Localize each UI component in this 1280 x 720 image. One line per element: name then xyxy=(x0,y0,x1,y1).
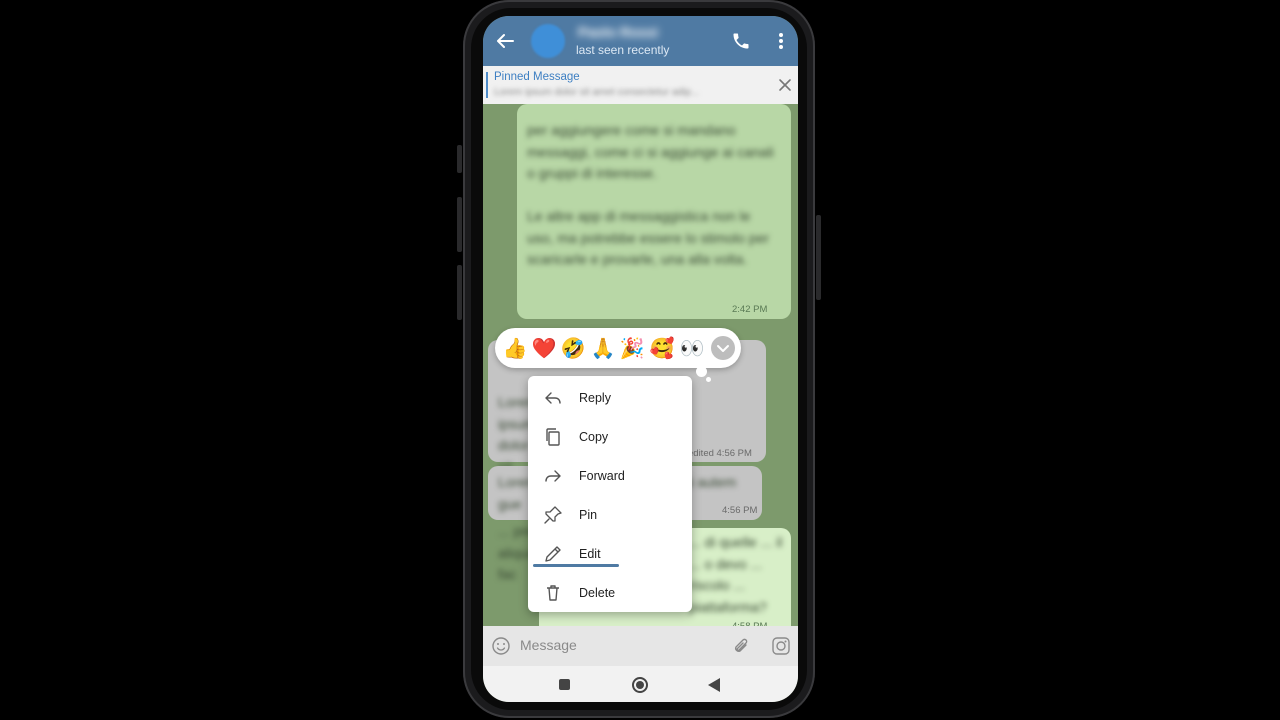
message-bubble-outgoing[interactable]: per aggiungere come si mandano messaggi,… xyxy=(517,104,791,319)
reaction-eyes[interactable]: 👀 xyxy=(679,335,705,361)
pinned-title: Pinned Message xyxy=(494,71,580,83)
home-button[interactable] xyxy=(632,677,648,693)
edit-icon xyxy=(545,546,561,562)
message-input[interactable]: Message xyxy=(520,637,577,653)
emoji-icon[interactable] xyxy=(491,636,511,656)
call-icon[interactable] xyxy=(731,31,751,51)
back-arrow-icon[interactable] xyxy=(493,29,517,53)
phone-screen: Paolo Rossi last seen recently Pinned Me… xyxy=(483,16,798,702)
message-time: edited 4:56 PM xyxy=(688,448,752,459)
pinned-preview: Lorem ipsum dolor sit amet consectetur a… xyxy=(494,87,700,98)
volume-down-button xyxy=(457,265,462,320)
reaction-bubble-tail xyxy=(696,366,707,377)
reaction-rofl[interactable]: 🤣 xyxy=(560,335,586,361)
menu-item-reply[interactable]: Reply xyxy=(528,378,692,417)
message-time: 2:42 PM xyxy=(732,304,768,315)
message-input-bar: Message xyxy=(483,626,798,666)
power-button xyxy=(816,215,821,300)
message-context-menu: Reply Copy Forward Pin Edit Delete xyxy=(528,376,692,612)
menu-item-label: Forward xyxy=(579,469,625,483)
menu-item-pin[interactable]: Pin xyxy=(528,495,692,534)
reaction-smiling-hearts[interactable]: 🥰 xyxy=(649,335,675,361)
message-text: per aggiungere come si mandano messaggi,… xyxy=(527,122,774,267)
reaction-thumbs-up[interactable]: 👍 xyxy=(502,335,528,361)
silent-switch xyxy=(457,145,462,173)
edit-highlight-underline xyxy=(533,564,619,567)
more-vert-icon[interactable] xyxy=(773,31,789,51)
reaction-picker: 👍 ❤️ 🤣 🙏 🎉 🥰 👀 xyxy=(495,328,741,368)
message-text: ... di quelle ... il ... o devo ... risc… xyxy=(689,534,783,615)
copy-icon xyxy=(546,428,560,446)
pinned-message-bar[interactable]: Pinned Message Lorem ipsum dolor sit ame… xyxy=(483,66,798,104)
pinned-indicator xyxy=(486,72,488,98)
menu-item-edit[interactable]: Edit xyxy=(528,534,692,573)
reaction-party[interactable]: 🎉 xyxy=(619,335,645,361)
system-back-button[interactable] xyxy=(708,678,720,692)
chat-header: Paolo Rossi last seen recently xyxy=(483,16,798,66)
menu-item-delete[interactable]: Delete xyxy=(528,573,692,612)
chevron-down-icon xyxy=(717,345,729,352)
delete-icon xyxy=(547,585,559,601)
expand-reactions-button[interactable] xyxy=(711,336,735,360)
menu-item-label: Edit xyxy=(579,547,601,561)
avatar[interactable] xyxy=(531,24,565,58)
forward-icon xyxy=(545,470,561,482)
message-time: 4:56 PM xyxy=(722,505,758,516)
menu-item-label: Reply xyxy=(579,391,611,405)
menu-item-copy[interactable]: Copy xyxy=(528,417,692,456)
reaction-heart[interactable]: ❤️ xyxy=(531,335,557,361)
camera-icon[interactable] xyxy=(771,636,791,656)
menu-item-label: Pin xyxy=(579,508,598,522)
recent-apps-button[interactable] xyxy=(559,679,570,690)
contact-name[interactable]: Paolo Rossi xyxy=(578,24,658,40)
volume-up-button xyxy=(457,197,462,252)
menu-item-forward[interactable]: Forward xyxy=(528,456,692,495)
close-icon[interactable] xyxy=(777,77,793,93)
attach-icon[interactable] xyxy=(731,636,751,656)
reaction-bubble-tail-small xyxy=(706,377,711,382)
contact-status: last seen recently xyxy=(576,43,670,57)
reply-icon xyxy=(545,392,561,404)
menu-item-label: Delete xyxy=(579,586,616,600)
pin-icon xyxy=(544,506,562,524)
reaction-pray[interactable]: 🙏 xyxy=(590,335,616,361)
system-nav-bar xyxy=(483,666,798,702)
menu-item-label: Copy xyxy=(579,430,609,444)
